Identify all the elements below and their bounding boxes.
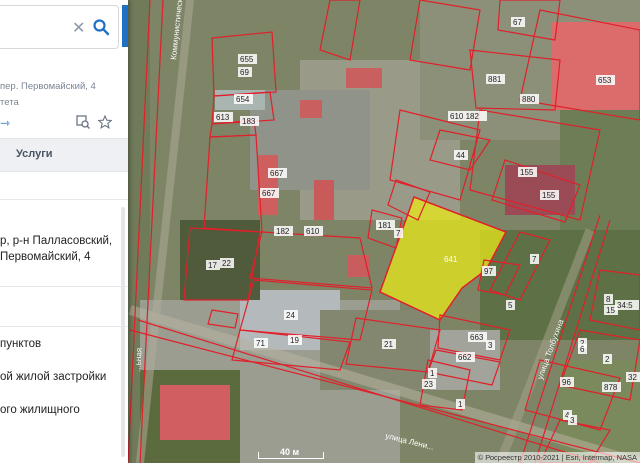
parcel-number[interactable]: 662: [458, 353, 472, 362]
parcel-number[interactable]: 23: [424, 380, 433, 389]
parcel-number[interactable]: 34:5: [617, 301, 633, 310]
scrollbar[interactable]: [121, 207, 125, 457]
parcel-number[interactable]: 5: [508, 301, 513, 310]
parcel-number[interactable]: 667: [270, 169, 284, 178]
object-address: пер. Первомайский, 4: [0, 81, 96, 92]
search-box[interactable]: ✕: [0, 5, 119, 49]
parcel-number[interactable]: 3: [570, 416, 575, 425]
parcel-number[interactable]: 97: [484, 267, 493, 276]
parcel-number[interactable]: 32: [628, 373, 637, 382]
parcel-number[interactable]: 21: [384, 340, 393, 349]
star-icon[interactable]: [98, 115, 112, 129]
back-arrow-icon[interactable]: ⇾: [0, 116, 10, 130]
parcel-number[interactable]: 69: [240, 68, 249, 77]
parcel-number[interactable]: 22: [222, 259, 231, 268]
search-submit-strip[interactable]: [122, 5, 128, 47]
parcel-number[interactable]: 71: [256, 339, 265, 348]
parcel-number[interactable]: 67: [513, 18, 522, 27]
parcel-number[interactable]: 654: [236, 95, 250, 104]
parcel-number[interactable]: 881: [488, 75, 502, 84]
parcel-number[interactable]: 655: [240, 55, 254, 64]
parcel-number[interactable]: 613: [216, 113, 230, 122]
parcel-number[interactable]: 96: [562, 378, 571, 387]
detail-line-2: Первомайский, 4: [0, 251, 91, 263]
attribution: © Росреестр 2010-2021 | Esri, Intermap, …: [474, 452, 640, 463]
parcel-number[interactable]: 6: [580, 345, 585, 354]
search-icon[interactable]: [92, 18, 110, 36]
zoom-to-object-icon[interactable]: [76, 115, 90, 129]
parcel-number[interactable]: 610: [306, 227, 320, 236]
parcel-number[interactable]: 19: [290, 336, 299, 345]
street-label-left: ...ьная: [133, 348, 144, 373]
parcel-number[interactable]: 155: [520, 168, 534, 177]
parcel-number[interactable]: 610 182: [450, 112, 479, 121]
tab-services[interactable]: Услуги: [16, 148, 53, 160]
list-item: ого жилищного: [0, 404, 80, 416]
parcel-number[interactable]: 8: [606, 295, 611, 304]
close-icon[interactable]: ✕: [72, 18, 85, 38]
parcel-number[interactable]: 880: [522, 95, 536, 104]
parcel-number[interactable]: 878: [604, 383, 618, 392]
parcel-number[interactable]: 2: [605, 355, 610, 364]
parcel-number[interactable]: 7: [396, 229, 401, 238]
parcel-number[interactable]: 7: [532, 255, 537, 264]
parcel-number[interactable]: 181: [378, 221, 392, 230]
parcel-number[interactable]: 1: [458, 400, 463, 409]
info-panel: ✕ пер. Первомайский, 4 тета ⇾ Услуги р, …: [0, 0, 128, 463]
list-item: ой жилой застройки: [0, 371, 107, 383]
parcel-number[interactable]: 663: [470, 333, 484, 342]
parcel-number[interactable]: 3: [488, 341, 493, 350]
scale-label: 40 м: [280, 447, 300, 457]
parcel-number[interactable]: 667: [262, 189, 276, 198]
parcel-number[interactable]: 24: [286, 311, 295, 320]
detail-line-1: р, р-н Палласовский,: [0, 235, 113, 247]
parcel-number[interactable]: 17: [208, 261, 217, 270]
parcel-number[interactable]: 44: [456, 151, 465, 160]
parcel-number[interactable]: 653: [598, 76, 612, 85]
object-subtitle: тета: [0, 97, 19, 108]
parcel-number[interactable]: 641: [444, 255, 458, 264]
tab-bar: Услуги: [0, 138, 128, 172]
parcel-number[interactable]: 155: [542, 191, 556, 200]
parcel-number[interactable]: 183: [242, 117, 256, 126]
parcel-number[interactable]: 15: [606, 306, 615, 315]
parcel-number[interactable]: 182: [276, 227, 290, 236]
list-item: пунктов: [0, 338, 42, 350]
parcel-number[interactable]: 1: [430, 369, 435, 378]
